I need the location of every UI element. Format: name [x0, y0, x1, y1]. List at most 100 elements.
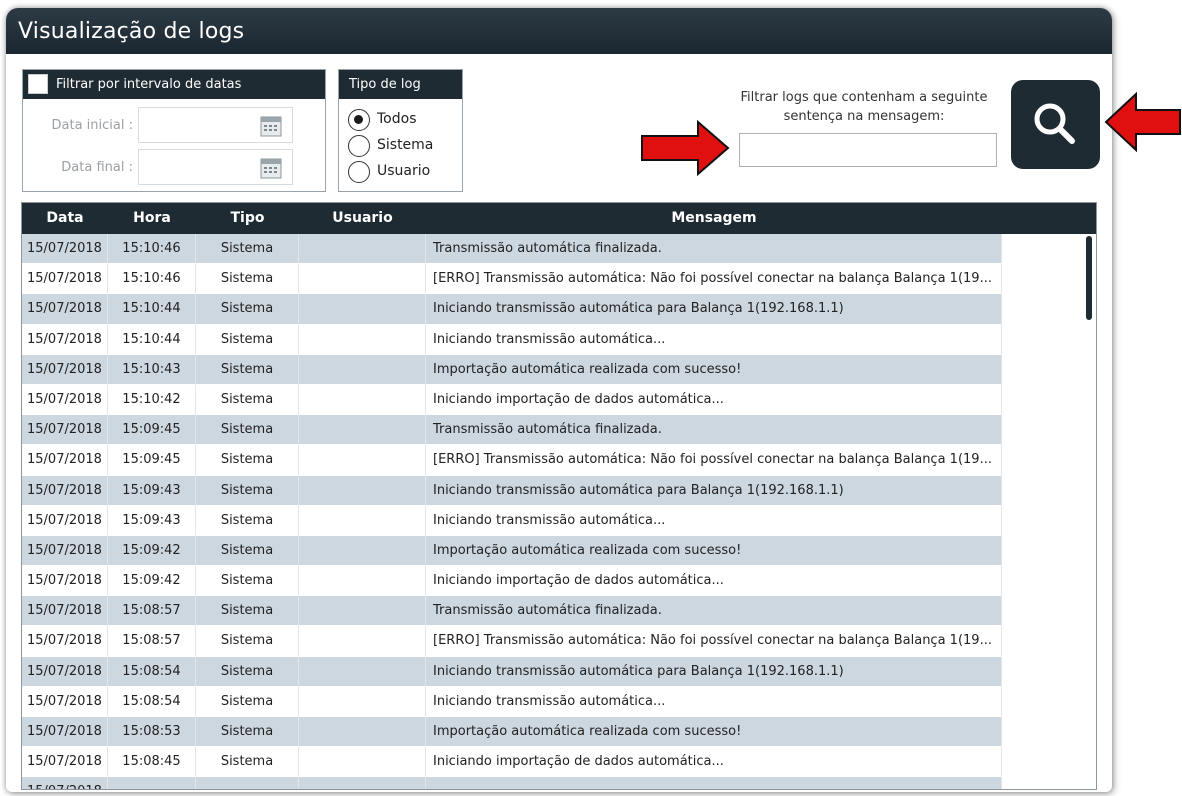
table-cell-date: 15/07/2018 — [22, 747, 108, 778]
table-cell-user — [299, 264, 426, 295]
table-cell-filler — [1002, 686, 1084, 717]
vertical-scrollbar[interactable] — [1082, 234, 1096, 789]
table-cell-hora: 15:09:43 — [108, 505, 196, 536]
table-cell-filler — [1002, 535, 1084, 567]
table-cell-hora: 15:10:43 — [108, 354, 196, 385]
table-cell-tipo: Sistema — [196, 686, 299, 717]
column-header-data[interactable]: Data — [22, 210, 108, 226]
radio-button[interactable] — [348, 135, 370, 157]
table-cell-msg: Transmissão automática finalizada. — [426, 596, 1002, 627]
table-cell-date: 15/07/2018 — [22, 445, 108, 476]
column-header-tipo[interactable]: Tipo — [196, 210, 299, 226]
table-row[interactable]: 15/07/2018 15:09:43 Sistema Iniciando trans… — [22, 505, 1084, 536]
table-cell-user — [299, 596, 426, 627]
table-cell-user — [299, 747, 426, 778]
start-date-label: Data inicial : — [51, 118, 134, 133]
table-row[interactable]: 15/07/2018 15:08:54 Sistema Iniciando trans… — [22, 686, 1084, 717]
message-filter-input[interactable] — [739, 133, 997, 167]
table-row[interactable]: 15/07/2018 15:09:42 Sistema Importação auto… — [22, 535, 1084, 567]
table-cell-filler — [1002, 234, 1084, 265]
table-header: Data Hora Tipo Usuario Mensagem — [22, 203, 1096, 234]
search-icon — [1034, 103, 1075, 144]
table-cell-date: 15/07/2018 — [22, 656, 108, 687]
table-cell-tipo: Sistema — [196, 445, 299, 476]
table-cell-msg: Iniciando importação de dados automática… — [426, 566, 1002, 597]
table-cell-tipo: Sistema — [196, 566, 299, 597]
log-table[interactable]: Data Hora Tipo Usuario Mensagem 15/07/20… — [21, 202, 1097, 790]
table-cell-user — [299, 294, 426, 325]
table-cell-msg: Iniciando transmissão automática... — [426, 686, 1002, 717]
table-cell-hora: 15:10:46 — [108, 234, 196, 265]
table-cell-tipo: Sistema — [196, 475, 299, 506]
search-button[interactable] — [1011, 80, 1100, 169]
table-cell-date: 15/07/2018 — [22, 475, 108, 506]
date-filter-panel: Filtrar por intervalo de datas Data inic… — [22, 69, 326, 192]
column-header-mensagem[interactable]: Mensagem — [426, 210, 1002, 226]
table-row[interactable]: 15/07/2018 15:08:53 Sistema Importação auto… — [22, 717, 1084, 748]
table-cell-tipo: Sistema — [196, 626, 299, 657]
table-cell-hora: 15:08:54 — [108, 656, 196, 687]
radio-button[interactable] — [348, 161, 370, 183]
calendar-icon[interactable] — [260, 115, 282, 137]
log-type-panel: Tipo de log Todos Sistema Usuario — [338, 69, 463, 192]
date-filter-header: Filtrar por intervalo de datas — [23, 70, 325, 99]
table-row[interactable]: 15/07/2018 15:08:57 Sistema Transmissão aut… — [22, 596, 1084, 627]
table-row[interactable]: 15/07/2018 15:10:46 Sistema Transmissão aut… — [22, 234, 1084, 265]
table-row[interactable]: 15/07/2018 15:10:43 Sistema Importação auto… — [22, 354, 1084, 385]
scrollbar-thumb[interactable] — [1086, 236, 1092, 320]
table-cell-hora: 15:09:45 — [108, 415, 196, 446]
table-cell-date: 15/07/2018 — [22, 566, 108, 597]
table-cell-hora: 15:10:46 — [108, 264, 196, 295]
column-header-usuario[interactable]: Usuario — [299, 210, 426, 226]
table-cell-user — [299, 234, 426, 265]
table-cell-tipo: Sistema — [196, 505, 299, 536]
table-cell-tipo: Sistema — [196, 596, 299, 627]
table-row[interactable]: 15/07/2018 15:10:44 Sistema Iniciando trans… — [22, 324, 1084, 355]
radio-button[interactable] — [348, 109, 370, 131]
table-cell-msg: Iniciando transmissão automática... — [426, 324, 1002, 355]
table-cell-user — [299, 777, 426, 789]
table-row[interactable]: 15/07/2018 15:08:57 Sistema [ERRO] Transmis… — [22, 626, 1084, 657]
table-row[interactable]: 15/07/2018 15:08:54 Sistema Iniciando trans… — [22, 656, 1084, 687]
table-row[interactable]: 15/07/2018 15:10:42 Sistema Iniciando impor… — [22, 384, 1084, 416]
table-cell-tipo: Sistema — [196, 535, 299, 567]
table-cell-date: 15/07/2018 — [22, 505, 108, 536]
date-filter-label: Filtrar por intervalo de datas — [56, 77, 242, 92]
table-row[interactable]: 15/07/2018 15:10:44 Sistema Iniciando trans… — [22, 294, 1084, 325]
table-cell-msg: Importação automática realizada com suce… — [426, 354, 1002, 385]
end-date-label: Data final : — [61, 160, 133, 175]
table-cell-tipo: Sistema — [196, 264, 299, 295]
table-row[interactable]: 15/07/2018 15:09:42 Sistema Iniciando impor… — [22, 566, 1084, 597]
table-cell-msg — [426, 777, 1002, 789]
table-cell-msg: Iniciando importação de dados automática… — [426, 384, 1002, 416]
table-cell-user — [299, 686, 426, 717]
table-cell-date: 15/07/2018 — [22, 294, 108, 325]
table-row[interactable]: 15/07/2018 15:09:45 Sistema [ERRO] Transmis… — [22, 445, 1084, 476]
table-cell-filler — [1002, 777, 1084, 789]
table-cell-date: 15/07/2018 — [22, 686, 108, 717]
end-date-input[interactable] — [138, 149, 293, 185]
column-header-hora[interactable]: Hora — [108, 210, 196, 226]
table-cell-hora: 15:08:53 — [108, 717, 196, 748]
table-cell-date: 15/07/2018 — [22, 717, 108, 748]
start-date-input[interactable] — [138, 107, 293, 143]
table-cell-user — [299, 445, 426, 476]
annotation-arrow-left-icon — [1104, 92, 1181, 152]
date-filter-checkbox[interactable] — [28, 74, 48, 94]
table-cell-user — [299, 384, 426, 416]
table-body: 15/07/2018 15:10:46 Sistema Transmissão aut… — [22, 234, 1084, 789]
table-row[interactable]: 15/07/2018 15:09:45 Sistema Transmissão aut… — [22, 415, 1084, 446]
table-cell-filler — [1002, 626, 1084, 657]
table-cell-filler — [1002, 354, 1084, 385]
calendar-icon[interactable] — [260, 157, 282, 179]
table-row[interactable]: 15/07/2018 — [22, 777, 1084, 789]
table-cell-filler — [1002, 415, 1084, 446]
table-row[interactable]: 15/07/2018 15:08:45 Sistema Iniciando impor… — [22, 747, 1084, 778]
table-row[interactable]: 15/07/2018 15:09:43 Sistema Iniciando trans… — [22, 475, 1084, 506]
table-cell-filler — [1002, 324, 1084, 355]
table-cell-msg: Transmissão automática finalizada. — [426, 234, 1002, 265]
table-row[interactable]: 15/07/2018 15:10:46 Sistema [ERRO] Transmis… — [22, 264, 1084, 295]
table-cell-filler — [1002, 747, 1084, 778]
table-cell-tipo — [196, 777, 299, 789]
table-cell-date: 15/07/2018 — [22, 234, 108, 265]
